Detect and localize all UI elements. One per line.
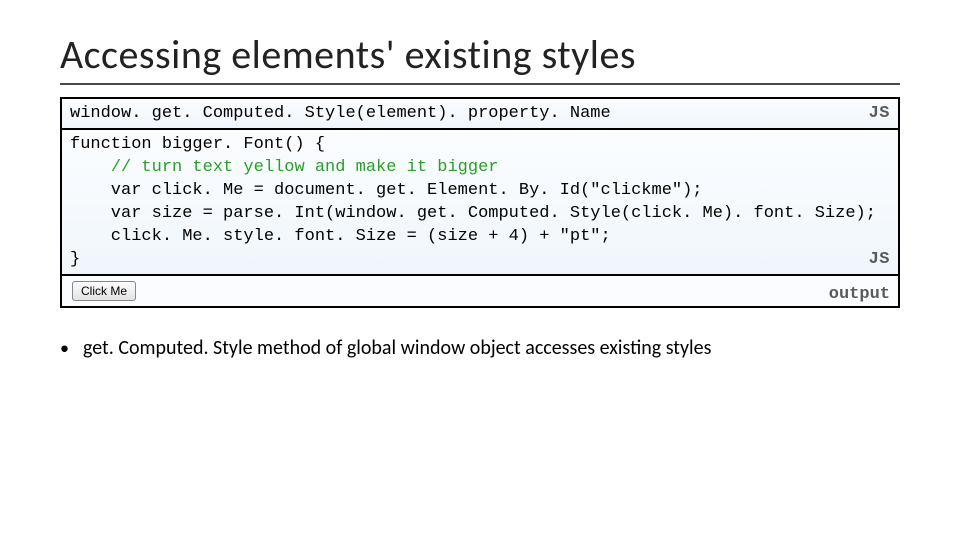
bullet-dot-icon: • [60,339,69,357]
code-line-3: var click. Me = document. get. Element. … [70,181,703,200]
code-lang-label-2: JS [869,249,890,272]
code-syntax: window. get. Computed. Style(element). p… [70,103,890,126]
code-line-4: var size = parse. Int(window. get. Compu… [70,204,876,223]
title-underline [60,83,900,85]
code-line-1: function bigger. Font() { [70,135,325,154]
code-line-2-comment: // turn text yellow and make it bigger [111,158,499,177]
output-box: Click Me output [60,276,900,308]
code-box-syntax: window. get. Computed. Style(element). p… [60,97,900,130]
bullet-item: • get. Computed. Style method of global … [60,336,900,360]
code-line-5: click. Me. style. font. Size = (size + 4… [70,227,611,246]
output-label: output [829,285,890,304]
click-me-button[interactable]: Click Me [72,281,136,301]
code-box-function: function bigger. Font() { // turn text y… [60,130,900,276]
bullet-list: • get. Computed. Style method of global … [60,336,900,360]
code-function: function bigger. Font() { // turn text y… [70,134,890,272]
bullet-text: get. Computed. Style method of global wi… [83,336,711,360]
code-lang-label-1: JS [869,103,890,126]
slide-title: Accessing elements' existing styles [60,30,900,79]
slide: Accessing elements' existing styles wind… [0,0,960,540]
code-line-2-indent [70,158,111,177]
code-line-6: } [70,250,80,269]
